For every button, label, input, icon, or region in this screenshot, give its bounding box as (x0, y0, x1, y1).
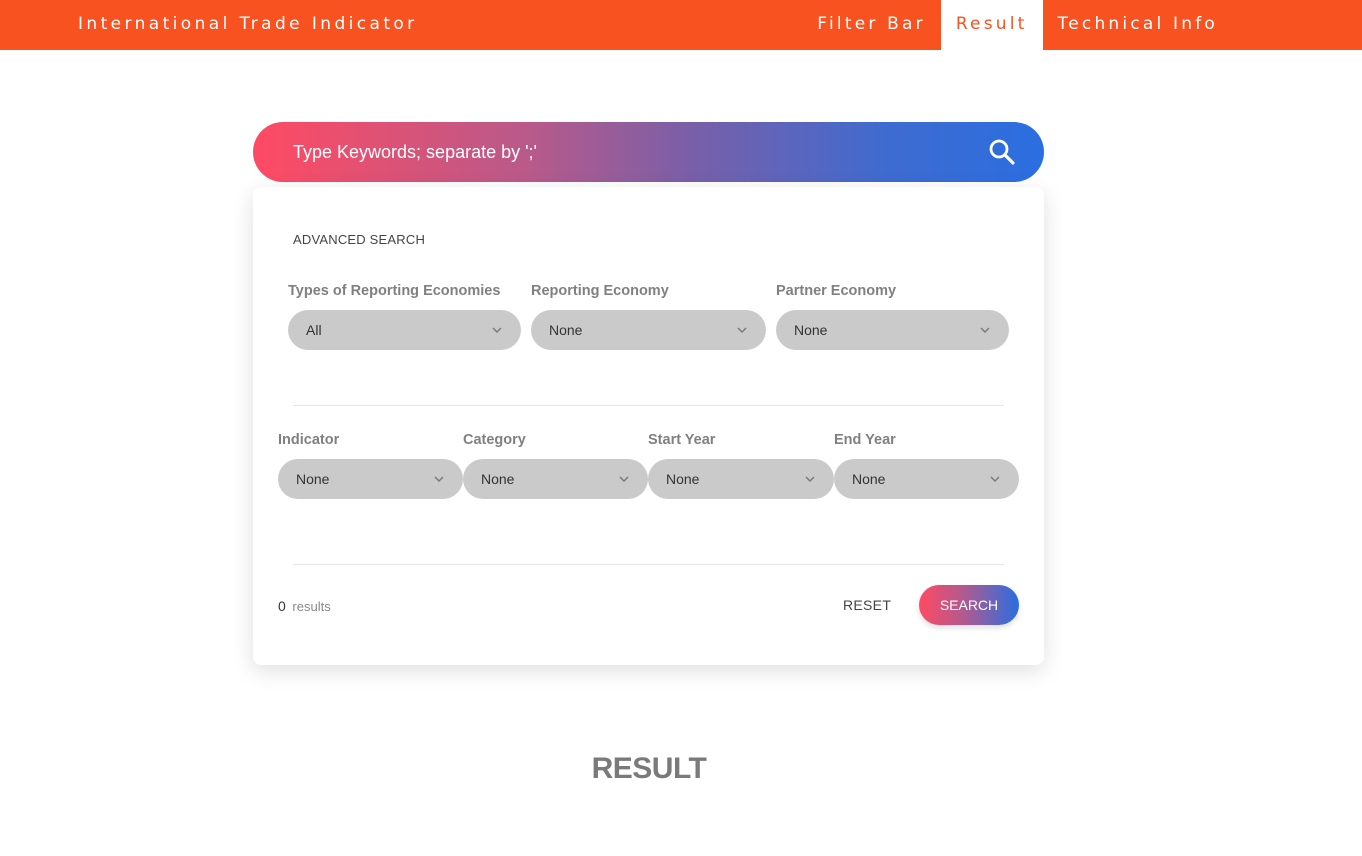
results-count: 0 results (278, 598, 331, 614)
nav-filter-bar[interactable]: Filter Bar (802, 0, 941, 50)
chevron-down-icon (737, 327, 747, 333)
top-navbar: International Trade Indicator Filter Bar… (0, 0, 1362, 50)
chevron-down-icon (990, 476, 1000, 482)
partner-economy-select[interactable]: None (776, 310, 1009, 350)
category-label: Category (463, 432, 526, 448)
reporting-economy-label: Reporting Economy (531, 283, 669, 299)
select-value: None (666, 471, 700, 487)
chevron-down-icon (434, 476, 444, 482)
brand-title[interactable]: International Trade Indicator (78, 0, 418, 50)
chevron-down-icon (492, 327, 502, 333)
select-value: None (852, 471, 886, 487)
main-nav: Filter Bar Result Technical Info (802, 0, 1233, 50)
end-year-label: End Year (834, 432, 896, 448)
nav-technical-info[interactable]: Technical Info (1043, 0, 1233, 50)
keyword-search-input[interactable] (293, 122, 953, 182)
divider (293, 405, 1004, 406)
end-year-select[interactable]: None (834, 459, 1019, 499)
result-heading: RESULT (591, 752, 707, 785)
select-value: All (306, 322, 322, 338)
indicator-label: Indicator (278, 432, 340, 448)
search-icon[interactable] (988, 138, 1016, 166)
start-year-select[interactable]: None (648, 459, 834, 499)
search-button[interactable]: SEARCH (919, 585, 1019, 625)
indicator-select[interactable]: None (278, 459, 463, 499)
results-count-number: 0 (278, 598, 286, 614)
category-select[interactable]: None (463, 459, 648, 499)
reporting-economy-select[interactable]: None (531, 310, 766, 350)
chevron-down-icon (619, 476, 629, 482)
divider (293, 564, 1004, 565)
reset-button[interactable]: RESET (843, 597, 891, 613)
select-value: None (481, 471, 515, 487)
partner-economy-label: Partner Economy (776, 283, 897, 299)
results-count-label: results (292, 599, 331, 614)
advanced-search-panel: ADVANCED SEARCH Types of Reporting Econo… (253, 187, 1044, 665)
keyword-search-bar (253, 122, 1044, 182)
chevron-down-icon (980, 327, 990, 333)
select-value: None (549, 322, 583, 338)
chevron-down-icon (805, 476, 815, 482)
types-of-reporting-economies-label: Types of Reporting Economies (288, 283, 501, 299)
select-value: None (794, 322, 828, 338)
advanced-search-title: ADVANCED SEARCH (293, 232, 426, 247)
nav-result[interactable]: Result (940, 0, 1043, 50)
select-value: None (296, 471, 330, 487)
start-year-label: Start Year (648, 432, 716, 448)
types-of-reporting-economies-select[interactable]: All (288, 310, 521, 350)
